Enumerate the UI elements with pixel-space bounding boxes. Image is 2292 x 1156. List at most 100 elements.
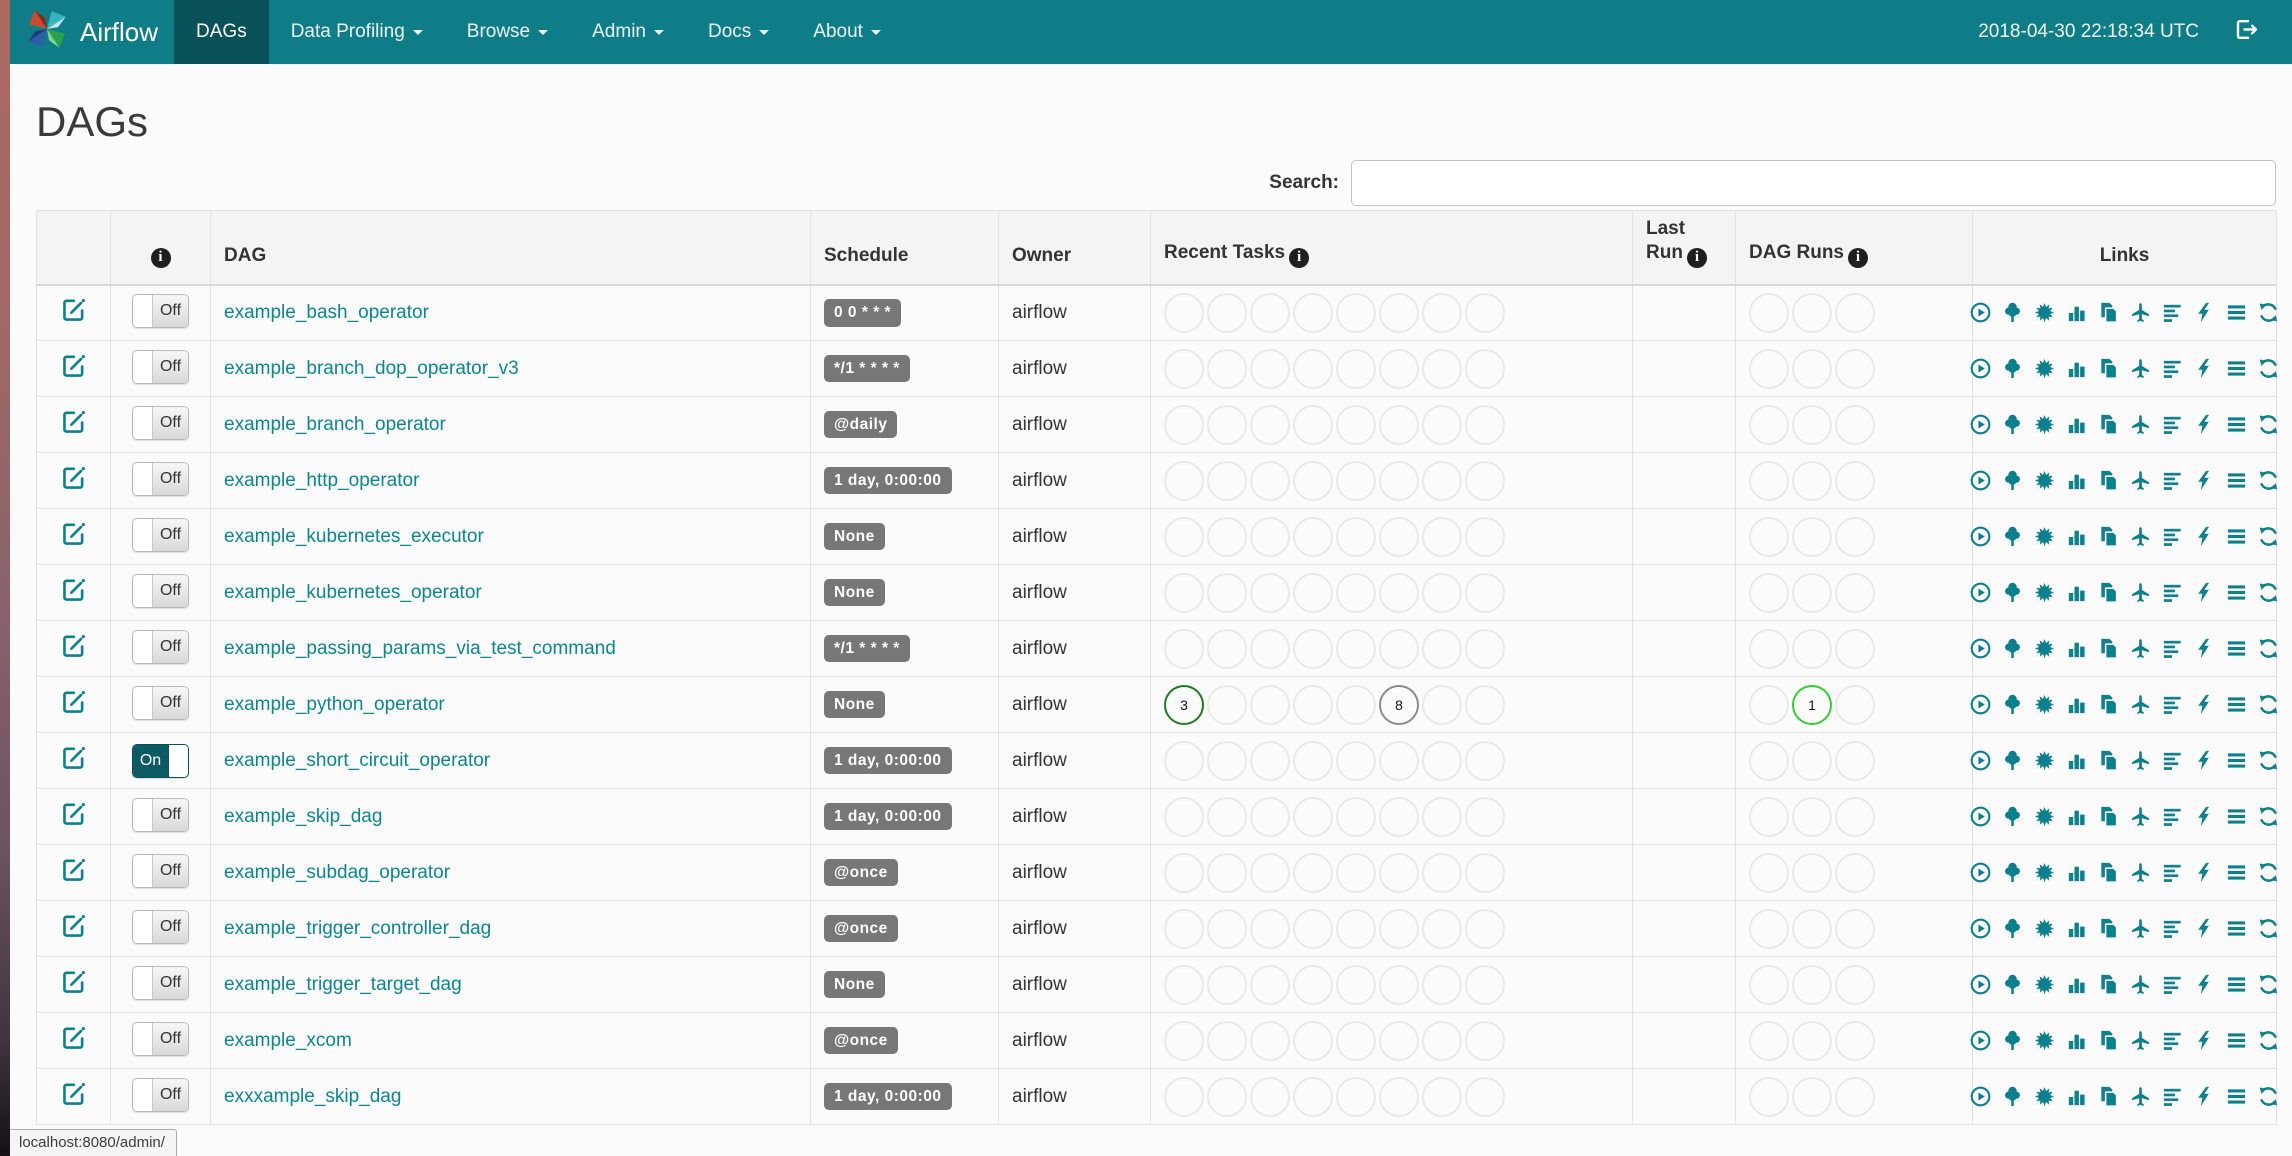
recent-task-circle[interactable] <box>1293 964 1333 1005</box>
task-duration-icon[interactable] <box>2065 1029 2088 1052</box>
refresh-icon[interactable] <box>2257 413 2280 436</box>
task-tries-icon[interactable] <box>2097 1029 2120 1052</box>
brand-link[interactable]: Airflow <box>10 0 174 64</box>
tree-view-icon[interactable] <box>2001 749 2024 772</box>
recent-task-circle[interactable] <box>1379 516 1419 557</box>
recent-task-circle[interactable] <box>1465 796 1505 837</box>
trigger-dag-icon[interactable] <box>1969 301 1992 324</box>
recent-task-circle[interactable] <box>1379 852 1419 893</box>
dag-run-circle[interactable] <box>1792 572 1832 613</box>
dag-run-circle[interactable] <box>1835 460 1875 501</box>
recent-task-circle[interactable] <box>1164 740 1204 781</box>
task-tries-icon[interactable] <box>2097 525 2120 548</box>
landing-times-icon[interactable] <box>2129 749 2152 772</box>
landing-times-icon[interactable] <box>2129 973 2152 996</box>
edit-dag-icon[interactable] <box>61 801 87 827</box>
logout-button[interactable] <box>2233 17 2258 48</box>
gantt-view-icon[interactable] <box>2161 749 2184 772</box>
recent-task-circle[interactable] <box>1336 796 1376 837</box>
recent-task-circle[interactable] <box>1379 404 1419 445</box>
recent-task-circle[interactable] <box>1293 628 1333 669</box>
task-tries-icon[interactable] <box>2097 861 2120 884</box>
dag-pause-toggle[interactable]: Off <box>132 293 189 328</box>
gantt-view-icon[interactable] <box>2161 301 2184 324</box>
refresh-icon[interactable] <box>2257 357 2280 380</box>
graph-view-icon[interactable] <box>2033 581 2056 604</box>
dag-run-circle[interactable] <box>1835 908 1875 949</box>
dag-run-circle[interactable] <box>1835 1020 1875 1061</box>
recent-task-circle[interactable] <box>1164 516 1204 557</box>
tree-view-icon[interactable] <box>2001 413 2024 436</box>
recent-task-circle[interactable] <box>1250 1020 1290 1061</box>
recent-task-circle[interactable] <box>1164 1020 1204 1061</box>
code-view-icon[interactable] <box>2193 973 2216 996</box>
gantt-view-icon[interactable] <box>2161 357 2184 380</box>
recent-task-circle[interactable] <box>1293 740 1333 781</box>
dag-link[interactable]: example_short_circuit_operator <box>224 750 490 771</box>
dag-run-circle[interactable] <box>1749 796 1789 837</box>
recent-task-circle[interactable] <box>1207 796 1247 837</box>
recent-task-circle[interactable] <box>1465 292 1505 333</box>
recent-task-circle[interactable] <box>1422 572 1462 613</box>
gantt-view-icon[interactable] <box>2161 525 2184 548</box>
graph-view-icon[interactable] <box>2033 805 2056 828</box>
gantt-view-icon[interactable] <box>2161 861 2184 884</box>
dag-pause-toggle[interactable]: Off <box>132 797 189 832</box>
code-view-icon[interactable] <box>2193 637 2216 660</box>
recent-task-circle[interactable] <box>1164 292 1204 333</box>
recent-task-circle[interactable] <box>1336 1076 1376 1117</box>
trigger-dag-icon[interactable] <box>1969 469 1992 492</box>
dag-run-circle[interactable] <box>1792 852 1832 893</box>
trigger-dag-icon[interactable] <box>1969 693 1992 716</box>
logs-icon[interactable] <box>2225 637 2248 660</box>
edit-dag-icon[interactable] <box>61 745 87 771</box>
edit-dag-icon[interactable] <box>61 633 87 659</box>
dag-pause-toggle[interactable]: Off <box>132 517 189 552</box>
recent-task-circle[interactable] <box>1207 628 1247 669</box>
recent-task-circle[interactable] <box>1465 852 1505 893</box>
trigger-dag-icon[interactable] <box>1969 525 1992 548</box>
code-view-icon[interactable] <box>2193 525 2216 548</box>
recent-task-circle[interactable] <box>1207 684 1247 725</box>
recent-task-circle[interactable] <box>1164 964 1204 1005</box>
recent-task-circle[interactable] <box>1336 348 1376 389</box>
dag-run-circle[interactable] <box>1835 796 1875 837</box>
gantt-view-icon[interactable] <box>2161 581 2184 604</box>
dag-run-circle[interactable] <box>1835 516 1875 557</box>
graph-view-icon[interactable] <box>2033 1029 2056 1052</box>
trigger-dag-icon[interactable] <box>1969 917 1992 940</box>
logs-icon[interactable] <box>2225 525 2248 548</box>
dag-run-circle[interactable] <box>1749 460 1789 501</box>
trigger-dag-icon[interactable] <box>1969 973 1992 996</box>
dag-link[interactable]: exxxample_skip_dag <box>224 1086 401 1107</box>
recent-task-circle[interactable] <box>1422 404 1462 445</box>
trigger-dag-icon[interactable] <box>1969 637 1992 660</box>
recent-task-circle[interactable] <box>1207 1020 1247 1061</box>
dag-run-circle[interactable] <box>1792 516 1832 557</box>
recent-task-circle[interactable] <box>1422 852 1462 893</box>
task-duration-icon[interactable] <box>2065 469 2088 492</box>
recent-task-circle[interactable] <box>1207 852 1247 893</box>
recent-task-circle[interactable] <box>1336 740 1376 781</box>
landing-times-icon[interactable] <box>2129 469 2152 492</box>
tree-view-icon[interactable] <box>2001 917 2024 940</box>
tree-view-icon[interactable] <box>2001 637 2024 660</box>
task-tries-icon[interactable] <box>2097 301 2120 324</box>
dag-link[interactable]: example_trigger_controller_dag <box>224 918 491 939</box>
recent-task-circle[interactable] <box>1422 684 1462 725</box>
recent-task-circle[interactable] <box>1465 1076 1505 1117</box>
dag-pause-toggle[interactable]: On <box>132 743 189 778</box>
recent-task-circle[interactable] <box>1164 460 1204 501</box>
recent-task-circle[interactable] <box>1379 796 1419 837</box>
task-tries-icon[interactable] <box>2097 1085 2120 1108</box>
recent-task-circle[interactable] <box>1379 572 1419 613</box>
task-tries-icon[interactable] <box>2097 749 2120 772</box>
recent-task-circle[interactable] <box>1422 964 1462 1005</box>
logs-icon[interactable] <box>2225 693 2248 716</box>
landing-times-icon[interactable] <box>2129 693 2152 716</box>
code-view-icon[interactable] <box>2193 805 2216 828</box>
refresh-icon[interactable] <box>2257 805 2280 828</box>
recent-task-circle[interactable] <box>1164 908 1204 949</box>
recent-task-circle[interactable] <box>1422 1020 1462 1061</box>
logs-icon[interactable] <box>2225 973 2248 996</box>
